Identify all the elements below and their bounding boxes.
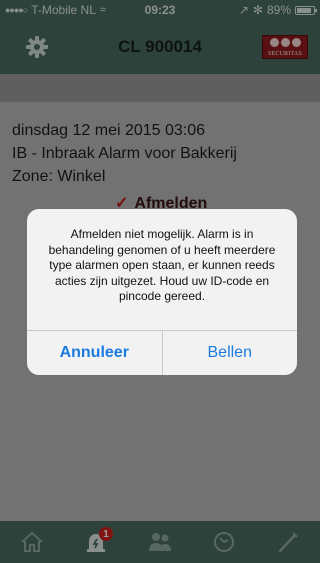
call-button[interactable]: Bellen — [163, 331, 298, 375]
cancel-button[interactable]: Annuleer — [27, 331, 163, 375]
alert-message: Afmelden niet mogelijk. Alarm is in beha… — [48, 227, 276, 303]
alert-dialog: Afmelden niet mogelijk. Alarm is in beha… — [27, 209, 297, 375]
alert-buttons: Annuleer Bellen — [27, 330, 297, 375]
